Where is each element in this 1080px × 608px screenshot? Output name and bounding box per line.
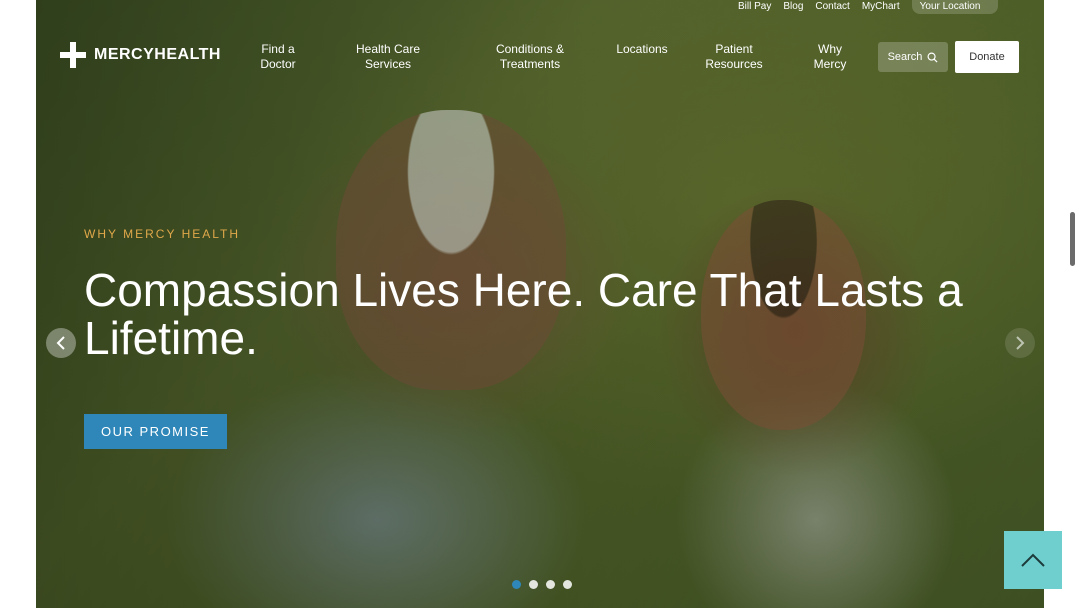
our-promise-button[interactable]: OUR PROMISE xyxy=(84,414,227,449)
location-selector[interactable]: Your Location xyxy=(911,0,999,14)
back-to-top-button[interactable] xyxy=(1004,531,1062,589)
utility-link-bill-pay[interactable]: Bill Pay xyxy=(738,0,771,14)
nav-label-line1: Why xyxy=(818,42,842,56)
carousel-dot-3[interactable] xyxy=(546,580,555,589)
hero-headline: Compassion Lives Here. Care That Lasts a… xyxy=(84,264,963,364)
window-edge-left xyxy=(0,0,36,608)
donate-button[interactable]: Donate xyxy=(955,41,1019,73)
nav-label-line1: Conditions & xyxy=(495,42,565,56)
chevron-right-icon xyxy=(1016,336,1025,350)
search-icon xyxy=(927,52,938,63)
nav-health-care-services[interactable]: Health Care Services xyxy=(346,42,430,72)
carousel-dot-1[interactable] xyxy=(512,580,521,589)
chevron-left-icon xyxy=(56,336,65,350)
utility-link-blog[interactable]: Blog xyxy=(783,0,803,14)
scrollbar-thumb[interactable] xyxy=(1070,212,1075,266)
carousel-dot-2[interactable] xyxy=(529,580,538,589)
nav-label-line2: Services xyxy=(364,57,411,71)
brand-name: MERCYHEALTH xyxy=(94,46,221,63)
nav-label-line2: Treatments xyxy=(499,57,561,71)
nav-find-doctor[interactable]: Find a Doctor xyxy=(248,42,308,72)
nav-label-line2: Resources xyxy=(705,57,763,71)
window-edge-right xyxy=(1044,0,1080,608)
carousel-prev-button[interactable] xyxy=(46,328,76,358)
utility-link-mychart[interactable]: MyChart xyxy=(862,0,900,14)
chevron-up-icon xyxy=(1021,553,1045,567)
nav-patient-resources[interactable]: Patient Resources xyxy=(700,42,768,72)
search-button[interactable]: Search xyxy=(878,42,948,72)
nav-label-line2: Mercy xyxy=(813,57,847,71)
site-logo[interactable]: MERCYHEALTH xyxy=(58,40,221,70)
carousel-next-button[interactable] xyxy=(1005,328,1035,358)
nav-conditions-treatments[interactable]: Conditions & Treatments xyxy=(486,42,574,72)
nav-label-line1: Patient xyxy=(715,42,753,56)
nav-locations[interactable]: Locations xyxy=(610,42,674,57)
utility-link-contact[interactable]: Contact xyxy=(815,0,849,14)
hero-eyebrow: WHY MERCY HEALTH xyxy=(84,227,241,241)
nav-label-line1: Locations xyxy=(616,42,668,56)
carousel-dots xyxy=(512,580,572,589)
nav-label-line1: Health Care xyxy=(355,42,421,56)
utility-nav: Bill Pay Blog Contact MyChart Your Locat… xyxy=(700,0,999,14)
carousel-dot-4[interactable] xyxy=(563,580,572,589)
nav-why-mercy[interactable]: Why Mercy xyxy=(806,42,854,72)
nav-label-line2: Doctor xyxy=(260,57,296,71)
search-label: Search xyxy=(887,51,923,63)
nav-label-line1: Find a xyxy=(261,42,295,56)
cross-logo-icon xyxy=(58,40,88,70)
